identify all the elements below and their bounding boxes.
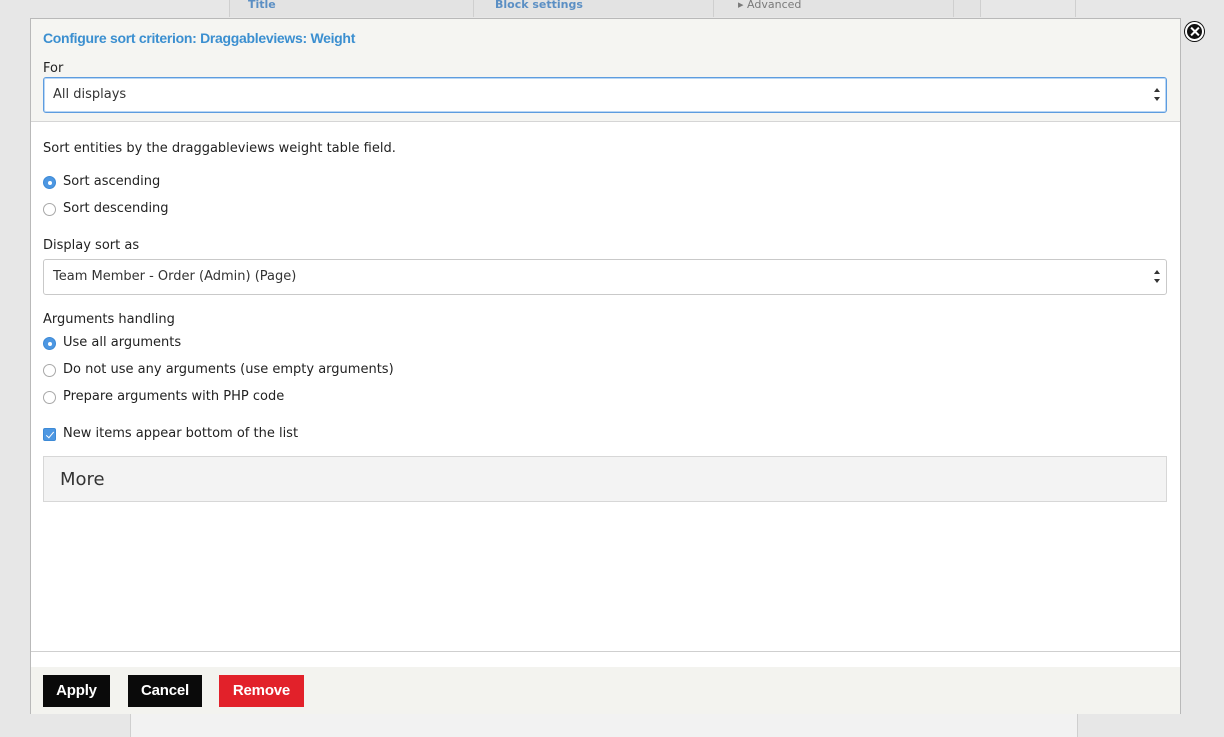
background-table-header: Title Block settings ▸ Advanced [230, 0, 980, 17]
no-arguments-label[interactable]: Do not use any arguments (use empty argu… [63, 362, 394, 377]
more-fieldset[interactable]: More [43, 456, 1167, 502]
for-label: For [43, 61, 64, 76]
dialog-title: Configure sort criterion: Draggableviews… [43, 30, 356, 46]
footer-divider [31, 651, 1180, 652]
sort-descending-label[interactable]: Sort descending [63, 201, 169, 216]
dialog-footer: Apply Cancel Remove [31, 667, 1180, 714]
new-items-bottom-checkbox[interactable] [43, 428, 56, 441]
cancel-button[interactable]: Cancel [128, 675, 202, 707]
background-divider [953, 0, 954, 17]
no-arguments-radio[interactable] [43, 364, 56, 377]
background-column-advanced: ▸ Advanced [738, 0, 802, 11]
sort-ascending-radio[interactable] [43, 176, 56, 189]
background-table-footer [130, 714, 1078, 737]
more-label[interactable]: More [60, 469, 105, 490]
sort-descending-radio[interactable] [43, 203, 56, 216]
for-select-value: All displays [53, 87, 127, 102]
use-all-arguments-radio[interactable] [43, 337, 56, 350]
php-arguments-radio[interactable] [43, 391, 56, 404]
background-divider [1075, 0, 1076, 17]
close-icon[interactable] [1185, 22, 1204, 41]
remove-button[interactable]: Remove [219, 675, 304, 707]
sort-ascending-label[interactable]: Sort ascending [63, 174, 160, 189]
new-items-bottom-label[interactable]: New items appear bottom of the list [63, 426, 298, 441]
sort-description: Sort entities by the draggableviews weig… [43, 141, 396, 156]
arguments-label: Arguments handling [43, 312, 175, 327]
select-arrows-icon [1154, 270, 1162, 284]
background-divider [229, 0, 230, 17]
php-arguments-label[interactable]: Prepare arguments with PHP code [63, 389, 284, 404]
display-sort-select[interactable]: Team Member - Order (Admin) (Page) [43, 259, 1167, 295]
apply-button[interactable]: Apply [43, 675, 110, 707]
display-sort-value: Team Member - Order (Admin) (Page) [53, 269, 297, 284]
background-column-block-settings: Block settings [495, 0, 583, 11]
background-divider [980, 0, 981, 17]
background-column-title: Title [248, 0, 276, 11]
background-divider [473, 0, 474, 17]
configure-sort-dialog: Configure sort criterion: Draggableviews… [30, 18, 1181, 714]
use-all-arguments-label[interactable]: Use all arguments [63, 335, 181, 350]
for-select[interactable]: All displays [43, 77, 1167, 113]
background-divider [713, 0, 714, 17]
dialog-header: Configure sort criterion: Draggableviews… [31, 19, 1180, 122]
display-sort-label: Display sort as [43, 238, 140, 253]
select-arrows-icon [1154, 88, 1162, 102]
